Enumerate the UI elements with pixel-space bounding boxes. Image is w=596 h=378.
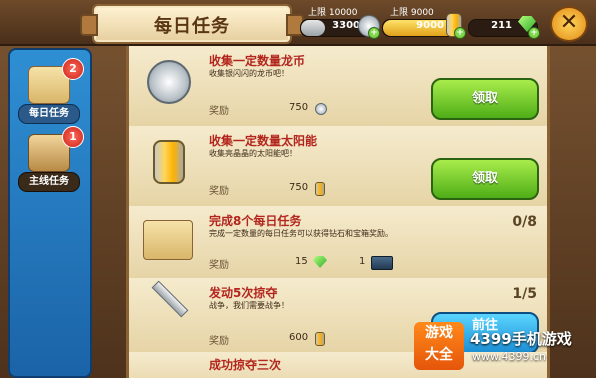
- task-desc: 战争，我们需要战争！: [209, 301, 289, 310]
- task-category-sidebar: 2 每日任务 1 主线任务: [8, 48, 92, 378]
- watermark-logo-line2: 大全: [425, 347, 453, 363]
- close-button[interactable]: ✕: [550, 6, 588, 42]
- reward-value: 750: [289, 102, 309, 113]
- reward-label: 奖励: [209, 186, 229, 197]
- add-silver-icon[interactable]: +: [368, 27, 380, 39]
- watermark-name: 4399手机游戏: [470, 330, 572, 348]
- silver-resource: 上限 10000 3300 +: [300, 8, 380, 39]
- daily-tasks-badge: 2: [62, 58, 84, 80]
- reward-label: 奖励: [209, 106, 229, 117]
- add-gem-icon[interactable]: +: [528, 27, 540, 39]
- claim-button[interactable]: 领取: [431, 78, 539, 120]
- sun-energy-icon: [315, 332, 325, 346]
- list-item: 收集一定数量龙币 收集银闪闪的龙币吧！ 奖励 750 领取: [129, 46, 547, 128]
- task-desc: 收集亮晶晶的太阳能吧！: [209, 149, 297, 158]
- tab-label: 主线任务: [18, 172, 80, 192]
- reward-value: 600: [289, 332, 309, 343]
- task-desc: 完成一定数量的每日任务可以获得钻石和宝箱奖励。: [209, 229, 393, 238]
- reward-value: 750: [289, 182, 309, 193]
- task-title: 发动5次掠夺: [209, 286, 278, 300]
- sun-resource: 上限 9000 9000 +: [382, 8, 466, 39]
- sun-energy-icon: [153, 140, 185, 184]
- gem-icon: [313, 256, 327, 268]
- sun-cap-label: 上限 9000: [390, 8, 434, 18]
- top-bar: 每日任务 上限 10000 3300 + 上限 9000 9000 + 211 …: [0, 0, 596, 46]
- task-title: 成功掠夺三次: [209, 358, 282, 372]
- task-progress: 1/5: [512, 286, 537, 302]
- list-item: 完成8个每日任务 完成一定数量的每日任务可以获得钻石和宝箱奖励。 0/8 奖励 …: [129, 206, 547, 280]
- title-plate: 每日任务: [80, 4, 304, 44]
- list-item: 收集一定数量太阳能 收集亮晶晶的太阳能吧！ 奖励 750 领取: [129, 126, 547, 208]
- task-desc: 收集银闪闪的龙币吧！: [209, 69, 289, 78]
- page-title: 每日任务: [154, 16, 230, 37]
- silver-cap-label: 上限 10000: [308, 8, 358, 18]
- reward-label: 奖励: [209, 336, 229, 347]
- reward-chest-value: 1: [359, 256, 366, 267]
- watermark-logo-line1: 游戏: [425, 325, 453, 341]
- sun-energy-icon: [315, 182, 325, 196]
- reward-label: 奖励: [209, 260, 229, 271]
- claim-button[interactable]: 领取: [431, 158, 539, 200]
- treasure-chest-icon: [371, 256, 393, 270]
- watermark: 游戏 大全 4399手机游戏 www.4399.cn: [412, 320, 592, 374]
- tab-label: 每日任务: [18, 104, 80, 124]
- sun-value: 9000: [416, 20, 444, 31]
- reward-gems-value: 15: [295, 256, 308, 267]
- sword-icon: [151, 280, 189, 318]
- task-progress: 0/8: [512, 214, 537, 230]
- tab-daily-tasks[interactable]: 2 每日任务: [16, 58, 84, 126]
- gem-resource: 211 +: [468, 9, 540, 39]
- silver-value: 3300: [332, 20, 360, 31]
- silver-coin-icon: [315, 103, 327, 115]
- gem-value: 211: [491, 20, 512, 31]
- silver-coin-icon: [147, 60, 191, 104]
- tab-main-tasks[interactable]: 1 主线任务: [16, 126, 84, 194]
- treasure-map-icon: [143, 220, 193, 260]
- task-title: 收集一定数量太阳能: [209, 134, 318, 148]
- watermark-url: www.4399.cn: [472, 350, 546, 363]
- add-sun-icon[interactable]: +: [454, 27, 466, 39]
- task-title: 完成8个每日任务: [209, 214, 302, 228]
- main-tasks-badge: 1: [62, 126, 84, 148]
- task-title: 收集一定数量龙币: [209, 54, 306, 68]
- watermark-logo: 游戏 大全: [414, 322, 464, 370]
